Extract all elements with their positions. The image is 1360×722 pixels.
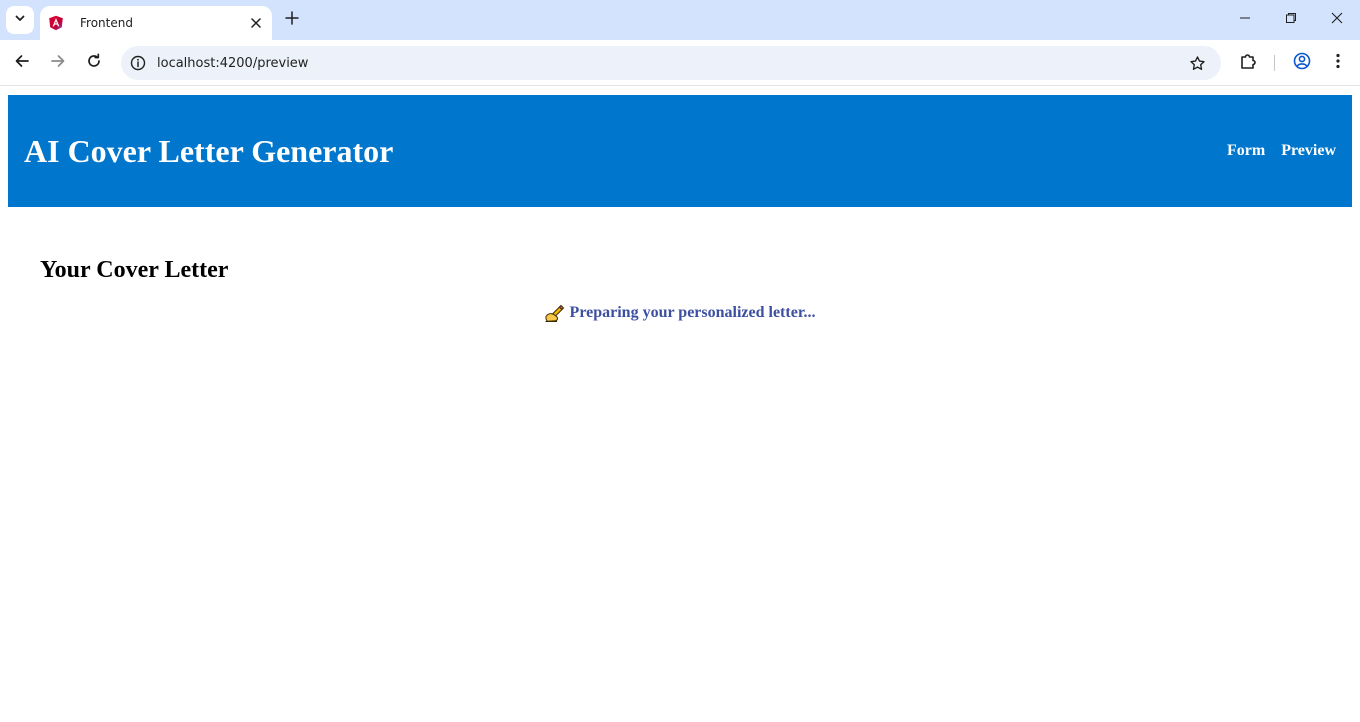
main-content: Your Cover Letter Preparing your persona… bbox=[40, 257, 1320, 322]
close-window-button[interactable] bbox=[1314, 0, 1360, 40]
address-bar[interactable]: localhost:4200/preview bbox=[121, 46, 1221, 80]
close-tab-icon[interactable] bbox=[248, 15, 264, 31]
reload-button[interactable] bbox=[80, 49, 108, 77]
minimize-window-button[interactable] bbox=[1222, 0, 1268, 40]
app-header: AI Cover Letter Generator Form Preview bbox=[8, 95, 1352, 207]
tab-title: Frontend bbox=[80, 16, 133, 30]
restore-icon bbox=[1285, 11, 1297, 29]
kebab-menu-icon bbox=[1330, 53, 1346, 74]
reload-icon bbox=[86, 53, 102, 74]
angular-logo-icon bbox=[48, 15, 64, 31]
profile-button[interactable] bbox=[1288, 49, 1316, 77]
account-circle-icon bbox=[1293, 52, 1311, 75]
page-viewport: AI Cover Letter Generator Form Preview Y… bbox=[0, 87, 1360, 722]
minimize-icon bbox=[1239, 11, 1251, 29]
arrow-left-icon bbox=[14, 53, 30, 74]
toolbar-separator bbox=[1274, 55, 1275, 71]
browser-menu-button[interactable] bbox=[1324, 49, 1352, 77]
close-icon bbox=[1331, 11, 1343, 29]
nav-link-preview[interactable]: Preview bbox=[1281, 142, 1336, 160]
browser-tab-active[interactable]: Frontend bbox=[40, 6, 272, 40]
plus-icon bbox=[285, 10, 299, 30]
new-tab-button[interactable] bbox=[280, 8, 304, 32]
back-button[interactable] bbox=[8, 49, 36, 77]
address-url[interactable]: localhost:4200/preview bbox=[157, 56, 1185, 71]
browser-tabstrip: Frontend bbox=[0, 0, 1360, 40]
puzzle-piece-icon bbox=[1239, 52, 1257, 75]
app-title: AI Cover Letter Generator bbox=[24, 132, 394, 169]
arrow-right-icon bbox=[50, 53, 66, 74]
page-title: Your Cover Letter bbox=[40, 257, 229, 283]
chevron-down-icon bbox=[14, 11, 26, 29]
writing-hand-icon bbox=[544, 304, 565, 322]
extensions-button[interactable] bbox=[1234, 49, 1262, 77]
loading-status-text: Preparing your personalized letter... bbox=[569, 304, 816, 321]
browser-toolbar: localhost:4200/preview bbox=[0, 40, 1360, 86]
bookmark-star-icon[interactable] bbox=[1185, 51, 1209, 75]
app-nav: Form Preview bbox=[1211, 142, 1336, 160]
restore-window-button[interactable] bbox=[1268, 0, 1314, 40]
nav-link-form[interactable]: Form bbox=[1227, 142, 1265, 160]
tab-search-button[interactable] bbox=[6, 6, 34, 34]
forward-button[interactable] bbox=[44, 49, 72, 77]
loading-status: Preparing your personalized letter... bbox=[40, 304, 1320, 322]
site-info-icon[interactable] bbox=[128, 53, 148, 73]
